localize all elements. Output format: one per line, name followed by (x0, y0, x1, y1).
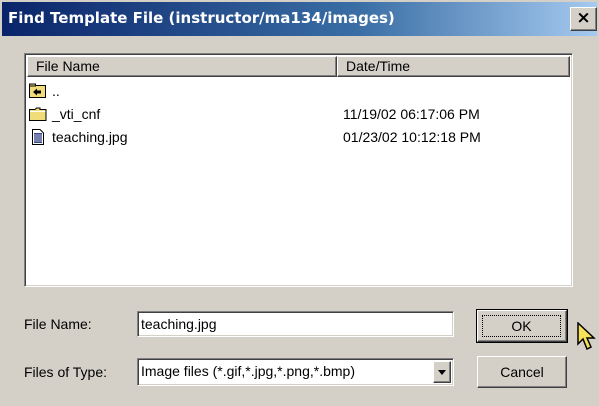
file-type-select[interactable]: Image files (*.gif,*.jpg,*.png,*.bmp) (137, 358, 454, 386)
list-item[interactable]: teaching.jpg 01/23/02 10:12:18 PM (29, 127, 569, 147)
mouse-pointer-icon (577, 322, 596, 351)
list-item-name: .. (52, 83, 60, 99)
file-type-dropdown-button[interactable] (433, 361, 451, 383)
image-file-icon (32, 129, 44, 145)
column-header-file-name[interactable]: File Name (27, 56, 337, 77)
folder-icon (29, 107, 47, 121)
list-item-name: teaching.jpg (52, 129, 128, 145)
file-name-input[interactable] (137, 311, 454, 337)
list-item-date: 01/23/02 10:12:18 PM (343, 129, 481, 145)
title-bar[interactable]: Find Template File (instructor/ma134/ima… (2, 2, 597, 36)
close-icon: × (576, 8, 591, 28)
list-item-name: _vti_cnf (52, 106, 101, 122)
chevron-down-icon (438, 370, 446, 375)
list-item[interactable]: _vti_cnf 11/19/02 06:17:06 PM (29, 104, 569, 124)
cancel-button-text: Cancel (500, 364, 544, 380)
file-name-label: File Name: (24, 316, 92, 332)
close-button[interactable]: × (570, 7, 597, 31)
cancel-button[interactable]: Cancel (477, 356, 567, 388)
dialog-title: Find Template File (instructor/ma134/ima… (8, 9, 395, 27)
parent-folder-icon (29, 83, 46, 98)
column-header-date-time[interactable]: Date/Time (337, 56, 570, 77)
file-list[interactable]: File Name Date/Time .. _vti_cnf 11/19/02… (24, 53, 573, 287)
list-item-date: 11/19/02 06:17:06 PM (343, 106, 480, 122)
file-type-label: Files of Type: (24, 364, 108, 380)
find-template-dialog: Find Template File (instructor/ma134/ima… (0, 0, 599, 406)
list-item[interactable]: .. (29, 81, 569, 101)
file-type-value: Image files (*.gif,*.jpg,*.png,*.bmp) (141, 363, 355, 379)
ok-button-label: OK (482, 315, 561, 337)
ok-button[interactable]: OK (476, 309, 568, 343)
